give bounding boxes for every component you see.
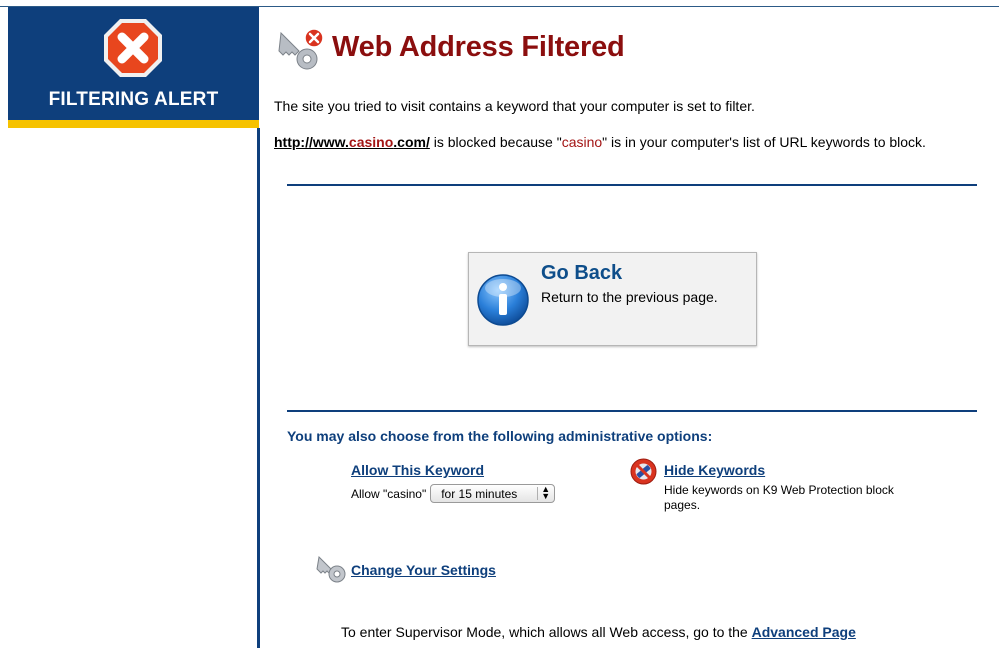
blocked-text-1: is blocked because " xyxy=(429,134,562,150)
go-back-subtitle: Return to the previous page. xyxy=(541,289,718,305)
supervisor-text: To enter Supervisor Mode, which allows a… xyxy=(341,624,752,640)
select-arrows-icon: ▲ ▼ xyxy=(541,484,551,501)
close-x-icon xyxy=(104,19,162,77)
blocked-message: http://www.casino.com/ is blocked becaus… xyxy=(274,132,974,152)
key-icon xyxy=(316,555,346,583)
url-suffix: .com/ xyxy=(393,134,430,150)
hide-keywords-link[interactable]: Hide Keywords xyxy=(664,462,765,478)
blocked-keys-icon xyxy=(278,28,324,70)
blocked-keyword: casino xyxy=(561,134,603,150)
blocked-url-link[interactable]: http://www.casino.com/ xyxy=(274,134,430,150)
go-back-title: Go Back xyxy=(541,262,623,284)
supervisor-mode-text: To enter Supervisor Mode, which allows a… xyxy=(341,624,856,640)
no-entry-icon xyxy=(630,458,657,485)
allow-keyword-label: Allow "casino" xyxy=(351,486,427,501)
select-divider xyxy=(537,487,539,500)
sidebar: FILTERING ALERT xyxy=(8,7,260,648)
hide-keywords-description: Hide keywords on K9 Web Protection block… xyxy=(664,483,894,512)
sidebar-title: FILTERING ALERT xyxy=(48,89,219,110)
sidebar-accent-bar xyxy=(8,120,259,128)
url-keyword: casino xyxy=(348,134,394,150)
change-settings-link[interactable]: Change Your Settings xyxy=(351,562,496,578)
sidebar-header: FILTERING ALERT xyxy=(8,7,259,120)
divider-top xyxy=(287,184,977,186)
allow-keyword-link[interactable]: Allow This Keyword xyxy=(351,462,484,478)
divider-bottom xyxy=(287,410,977,412)
advanced-page-link[interactable]: Advanced Page xyxy=(752,624,856,640)
admin-options-heading: You may also choose from the following a… xyxy=(287,428,713,444)
info-icon xyxy=(477,274,529,326)
go-back-button[interactable]: Go Back Return to the previous page. xyxy=(468,252,757,346)
intro-text: The site you tried to visit contains a k… xyxy=(274,98,755,114)
sidebar-border xyxy=(257,128,260,648)
url-prefix: http://www. xyxy=(274,134,349,150)
page-title: Web Address Filtered xyxy=(332,31,625,63)
duration-select[interactable]: for 15 minutes ▲ ▼ xyxy=(430,484,556,503)
blocked-text-2: " is in your computer's list of URL keyw… xyxy=(602,134,926,150)
allow-keyword-row: Allow "casino" for 15 minutes ▲ ▼ xyxy=(351,484,556,503)
duration-selected-value: for 15 minutes xyxy=(441,486,518,501)
